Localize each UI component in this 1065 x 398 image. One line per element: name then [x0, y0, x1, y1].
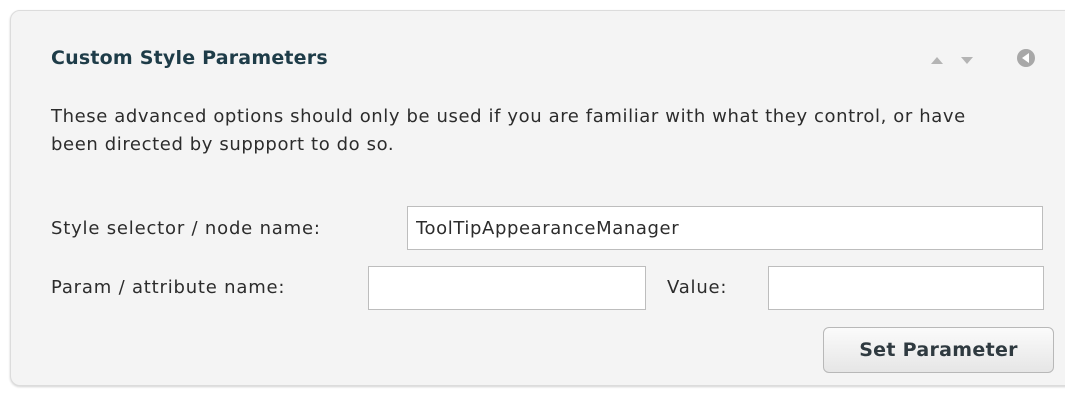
custom-style-parameters-panel: Custom Style Parameters These advanced o…	[10, 10, 1065, 386]
param-name-input[interactable]	[368, 266, 646, 310]
move-up-icon[interactable]	[931, 57, 943, 64]
value-input[interactable]	[768, 266, 1044, 310]
panel-description: These advanced options should only be us…	[51, 106, 966, 155]
style-selector-label: Style selector / node name:	[51, 218, 321, 239]
value-label: Value:	[667, 277, 728, 298]
param-name-label: Param / attribute name:	[51, 277, 286, 298]
style-selector-input[interactable]	[407, 206, 1043, 250]
panel-title: Custom Style Parameters	[51, 47, 328, 69]
move-down-icon[interactable]	[961, 57, 973, 64]
collapse-icon[interactable]	[1017, 49, 1035, 67]
set-parameter-button[interactable]: Set Parameter	[823, 327, 1054, 373]
